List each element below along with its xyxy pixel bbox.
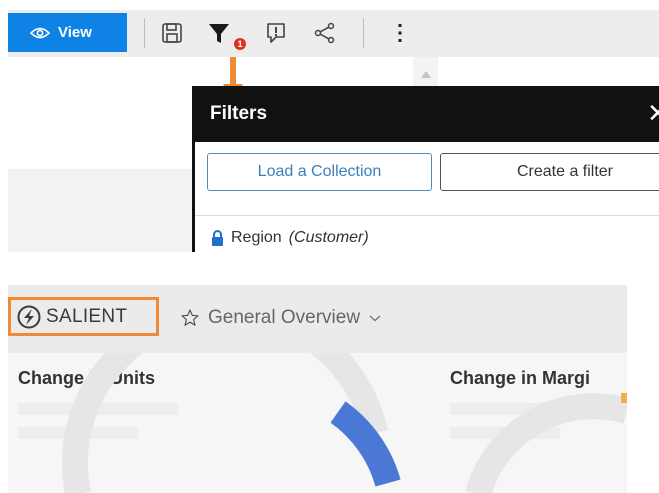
view-button[interactable]: View (8, 13, 127, 52)
dashboard-title: General Overview (208, 307, 361, 328)
chevron-down-icon (369, 315, 381, 322)
filter-item-region[interactable]: Region (Customer) (211, 229, 369, 247)
region-qualifier: (Customer) (288, 229, 369, 246)
more-vert-icon[interactable] (388, 20, 412, 46)
comment-icon[interactable] (264, 20, 288, 46)
filter-count-badge: 1 (234, 38, 246, 50)
salient-logo-icon (17, 305, 41, 328)
save-icon[interactable] (160, 20, 184, 46)
brand-logo[interactable]: SALIENT (8, 297, 159, 336)
filters-title: Filters (210, 103, 268, 124)
gauge-charts (61, 353, 627, 493)
nav-bar: SALIENT General Overview (8, 285, 627, 353)
filters-header: Filters ✕ (195, 86, 659, 142)
close-icon[interactable]: ✕ (647, 100, 659, 126)
star-icon (181, 309, 199, 326)
region-label: Region (231, 229, 282, 246)
load-collection-button[interactable]: Load a Collection (207, 153, 432, 191)
toolbar: View (8, 10, 659, 57)
create-filter-button[interactable]: Create a filter (440, 153, 659, 191)
filter-icon[interactable] (207, 20, 231, 46)
gauge-marker (621, 393, 627, 403)
gauge-track (61, 353, 388, 493)
content-background (8, 169, 193, 252)
divider (195, 215, 659, 216)
highlight-arrow (230, 57, 236, 87)
toolbar-screenshot-panel: View 1 Filters Load a Collection Create … (0, 0, 659, 252)
toolbar-divider (144, 18, 145, 48)
dashboard-selector[interactable]: General Overview (180, 307, 382, 329)
gauge-track (465, 393, 627, 493)
scroll-up-icon[interactable] (421, 71, 431, 78)
filters-panel: Filters ✕ Load a Collection Create a fil… (192, 86, 659, 252)
brand-label: SALIENT (46, 305, 128, 327)
view-button-label: View (58, 24, 92, 41)
dashboard-screenshot-panel: SALIENT General Overview Change in Units… (0, 268, 659, 493)
dashboard-area: Change in Units Change in Margi (8, 353, 627, 493)
share-icon[interactable] (313, 20, 337, 46)
toolbar-divider (363, 18, 364, 48)
eye-icon (30, 27, 50, 38)
lock-icon (212, 230, 223, 246)
